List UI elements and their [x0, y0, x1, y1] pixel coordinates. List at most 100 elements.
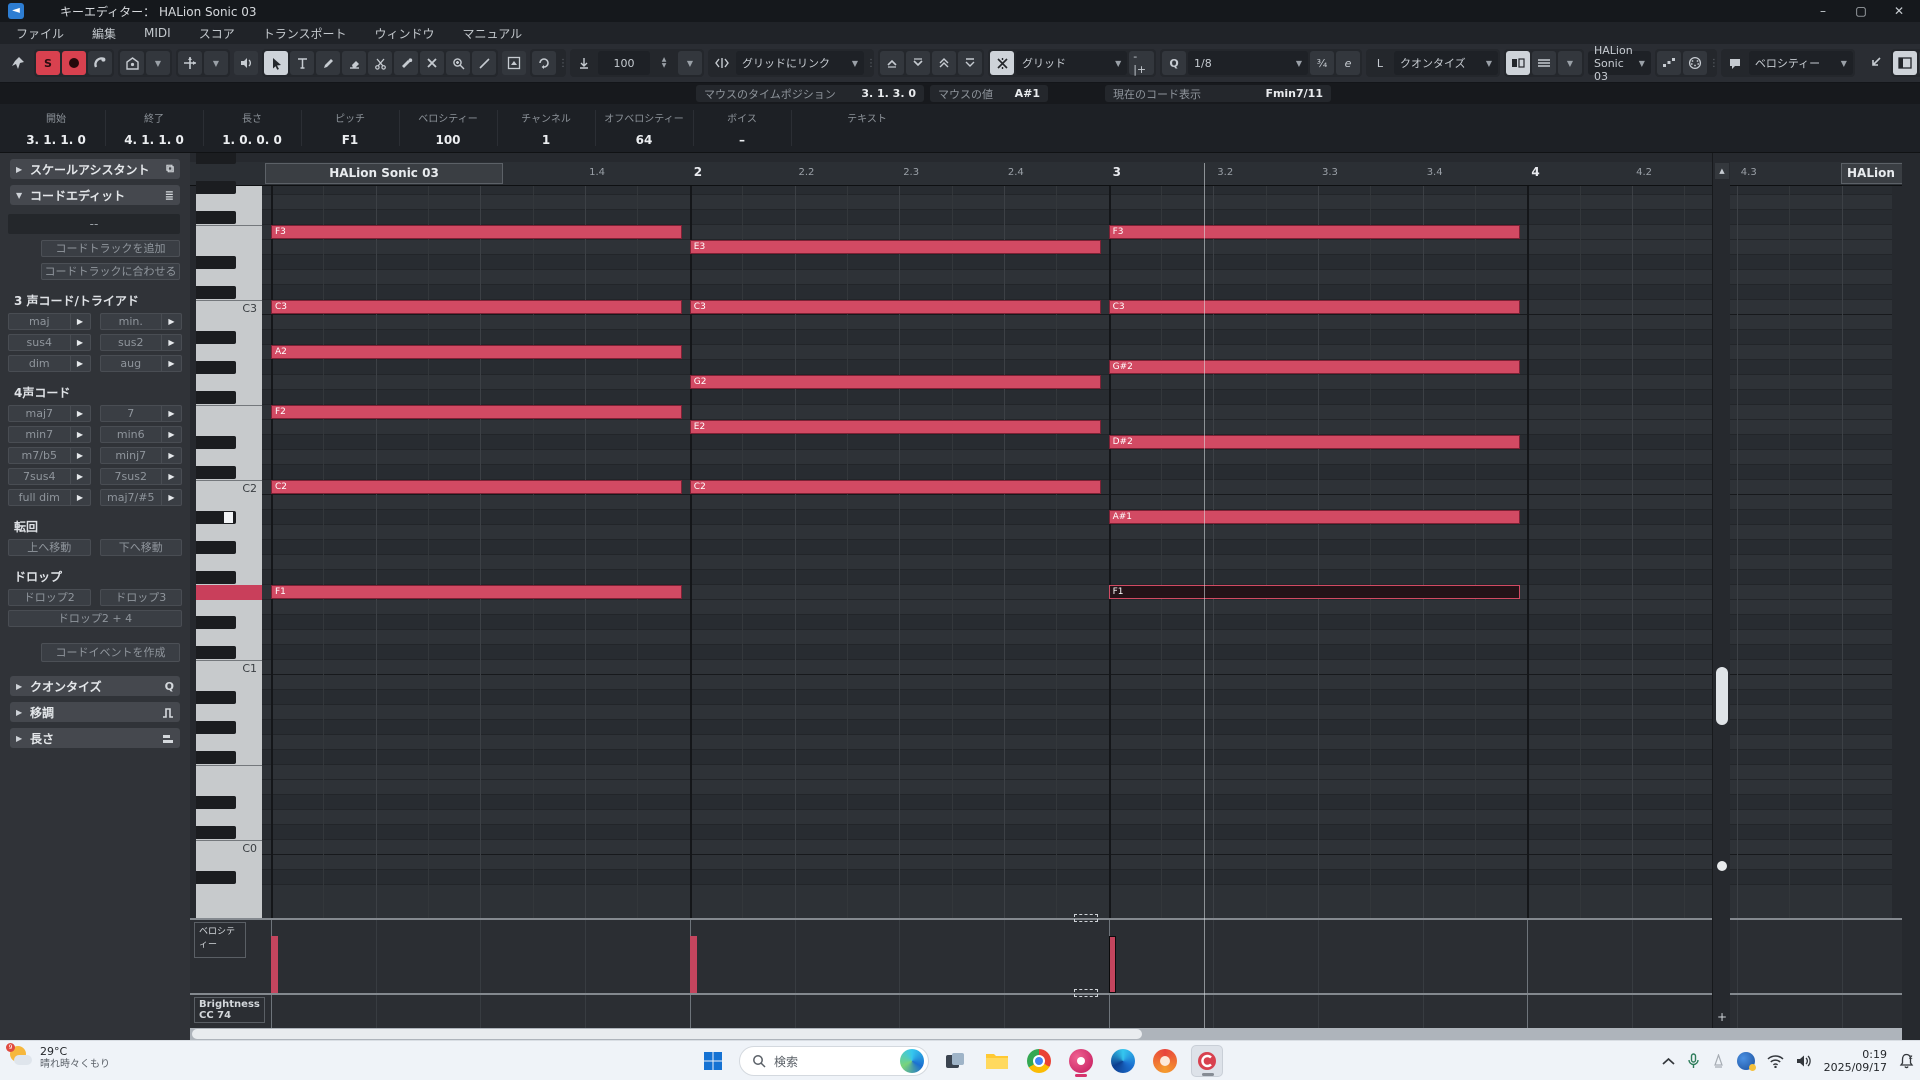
piano-key-F#2[interactable]: [196, 390, 262, 405]
tetrad-button-maj7[interactable]: maj7▶: [8, 405, 91, 422]
minimize-button[interactable]: –: [1806, 1, 1840, 21]
piano-key-D#3[interactable]: [196, 255, 262, 270]
music-app-icon[interactable]: [1065, 1045, 1097, 1077]
midi-note-C2-bar2[interactable]: C2: [690, 480, 1101, 494]
piano-key-F1[interactable]: [196, 585, 262, 600]
chord-audition-icon[interactable]: ▶: [161, 490, 181, 505]
close-button[interactable]: ✕: [1882, 1, 1916, 21]
quantize-preset-select[interactable]: 1/8▼: [1188, 51, 1308, 75]
piano-key-A3[interactable]: [196, 165, 262, 180]
tetrad-button-min6[interactable]: min6▶: [100, 426, 183, 443]
autoscroll-icon[interactable]: [178, 51, 202, 75]
edge-icon[interactable]: [1107, 1045, 1139, 1077]
group-handle-icon[interactable]: ⋮: [558, 58, 564, 69]
move-up-icon[interactable]: [880, 51, 904, 75]
zoom-plus-icon[interactable]: +: [1715, 1009, 1729, 1025]
triad-button-maj[interactable]: maj▶: [8, 313, 91, 330]
piano-key-C#0[interactable]: [196, 825, 262, 840]
chrome-icon[interactable]: [1023, 1045, 1055, 1077]
piano-key-C#1[interactable]: [196, 645, 262, 660]
zoom-tool[interactable]: [446, 51, 470, 75]
piano-key-G#0[interactable]: [196, 720, 262, 735]
line-tool[interactable]: [472, 51, 496, 75]
mute-tool[interactable]: [420, 51, 444, 75]
tetrad-button-maj7/#5[interactable]: maj7/#5▶: [100, 489, 183, 506]
acoustic-feedback-icon[interactable]: [88, 51, 112, 75]
scroll-up-icon[interactable]: ▲: [1715, 163, 1729, 179]
quantize-q-icon[interactable]: Q: [1162, 51, 1186, 75]
piano-key-E0[interactable]: [196, 780, 262, 795]
loop-icon[interactable]: [532, 51, 556, 75]
octave-down-icon[interactable]: [958, 51, 982, 75]
midi-note-F2-bar1[interactable]: F2: [271, 405, 682, 419]
chord-audition-icon[interactable]: ▶: [161, 356, 181, 371]
piano-key-E1[interactable]: [196, 600, 262, 615]
piano-key-G3[interactable]: [196, 195, 262, 210]
midi-note-D#2-bar3[interactable]: D#2: [1109, 435, 1520, 449]
piano-key-D1[interactable]: [196, 630, 262, 645]
inversion-button-下へ移動[interactable]: 下へ移動: [100, 539, 183, 556]
part-name-box-right[interactable]: HALion: [1841, 163, 1902, 184]
piano-key-C3[interactable]: C3: [196, 300, 262, 315]
snap-icon[interactable]: [990, 51, 1014, 75]
taskbar-weather-widget[interactable]: 9 29°C 晴れ時々くもり: [8, 1045, 110, 1071]
piano-key-C0[interactable]: C0: [196, 840, 262, 855]
menu-item-マニュアル[interactable]: マニュアル: [463, 25, 523, 42]
notification-bell-icon[interactable]: z: [1899, 1053, 1914, 1069]
taskbar-search-box[interactable]: 検索: [739, 1046, 929, 1076]
piano-key-E3[interactable]: [196, 240, 262, 255]
piano-key-G0[interactable]: [196, 735, 262, 750]
piano-key-D3[interactable]: [196, 270, 262, 285]
midi-note-G2-bar2[interactable]: G2: [690, 375, 1101, 389]
piano-key-B0[interactable]: [196, 675, 262, 690]
inversion-button-上へ移動[interactable]: 上へ移動: [8, 539, 91, 556]
midi-note-F3-bar3[interactable]: F3: [1109, 225, 1520, 239]
chord-audition-icon[interactable]: ▶: [161, 335, 181, 350]
browser-icon[interactable]: [1149, 1045, 1181, 1077]
chord-audition-icon[interactable]: ▶: [161, 448, 181, 463]
piano-key-B1[interactable]: [196, 495, 262, 510]
piano-key-F#1[interactable]: [196, 570, 262, 585]
panel-quantize[interactable]: ▶ クオンタイズ Q: [10, 676, 180, 696]
record-in-editor-button[interactable]: [62, 51, 86, 75]
midi-note-F1-bar3[interactable]: F1: [1109, 585, 1520, 599]
event-colors-icon[interactable]: [1723, 51, 1747, 75]
show-part-borders-icon[interactable]: [1506, 51, 1530, 75]
info-field-2[interactable]: 終了4. 1. 1. 0: [106, 110, 202, 147]
menu-item-MIDI[interactable]: MIDI: [144, 26, 171, 40]
piano-key-C#2[interactable]: [196, 465, 262, 480]
info-field-3[interactable]: 長さ1. 0. 0. 0: [204, 110, 300, 147]
timeline-ruler[interactable]: 1.21.31.422.22.32.433.23.33.444.24.3HALi…: [190, 162, 1902, 186]
menu-item-トランスポート[interactable]: トランスポート: [263, 25, 347, 42]
midi-note-F1-bar1[interactable]: F1: [271, 585, 682, 599]
piano-key-F3[interactable]: [196, 225, 262, 240]
pin-icon[interactable]: [6, 51, 30, 75]
info-field-8[interactable]: ボイス–: [694, 110, 790, 147]
pencil-tool[interactable]: [316, 51, 340, 75]
piano-key-A#3[interactable]: [196, 153, 262, 165]
velocity-bar-3[interactable]: [1109, 936, 1116, 993]
edit-active-part-only-icon[interactable]: [1532, 51, 1556, 75]
midi-note-E2-bar2[interactable]: E2: [690, 420, 1101, 434]
drop-2-4-button[interactable]: ドロップ2 + 4: [8, 610, 182, 627]
velocity-selection-handle[interactable]: [1074, 914, 1098, 922]
midi-input-icon[interactable]: [1683, 51, 1707, 75]
midi-note-G#2-bar3[interactable]: G#2: [1109, 360, 1520, 374]
file-explorer-icon[interactable]: [981, 1045, 1013, 1077]
chord-audition-icon[interactable]: ▶: [70, 406, 90, 421]
velocity-lane[interactable]: ベロシティー: [190, 920, 1902, 993]
cc-lane[interactable]: Brightness CC 74: [190, 995, 1902, 1028]
autoscroll-dropdown[interactable]: ▼: [204, 51, 228, 75]
chord-audition-icon[interactable]: ▶: [161, 469, 181, 484]
insert-velocity-value[interactable]: 100: [598, 51, 650, 75]
split-scissors-tool[interactable]: [368, 51, 392, 75]
part-name-box[interactable]: HALion Sonic 03: [265, 163, 503, 184]
eraser-tool[interactable]: [342, 51, 366, 75]
tetrad-button-full dim[interactable]: full dim▶: [8, 489, 91, 506]
piano-key-A#2[interactable]: [196, 330, 262, 345]
velocity-stepper[interactable]: ▲▼: [652, 51, 676, 75]
menu-item-スコア[interactable]: スコア: [199, 25, 235, 42]
triad-button-aug[interactable]: aug▶: [100, 355, 183, 372]
midi-note-A#1-bar3[interactable]: A#1: [1109, 510, 1520, 524]
info-field-4[interactable]: ピッチF1: [302, 110, 398, 147]
